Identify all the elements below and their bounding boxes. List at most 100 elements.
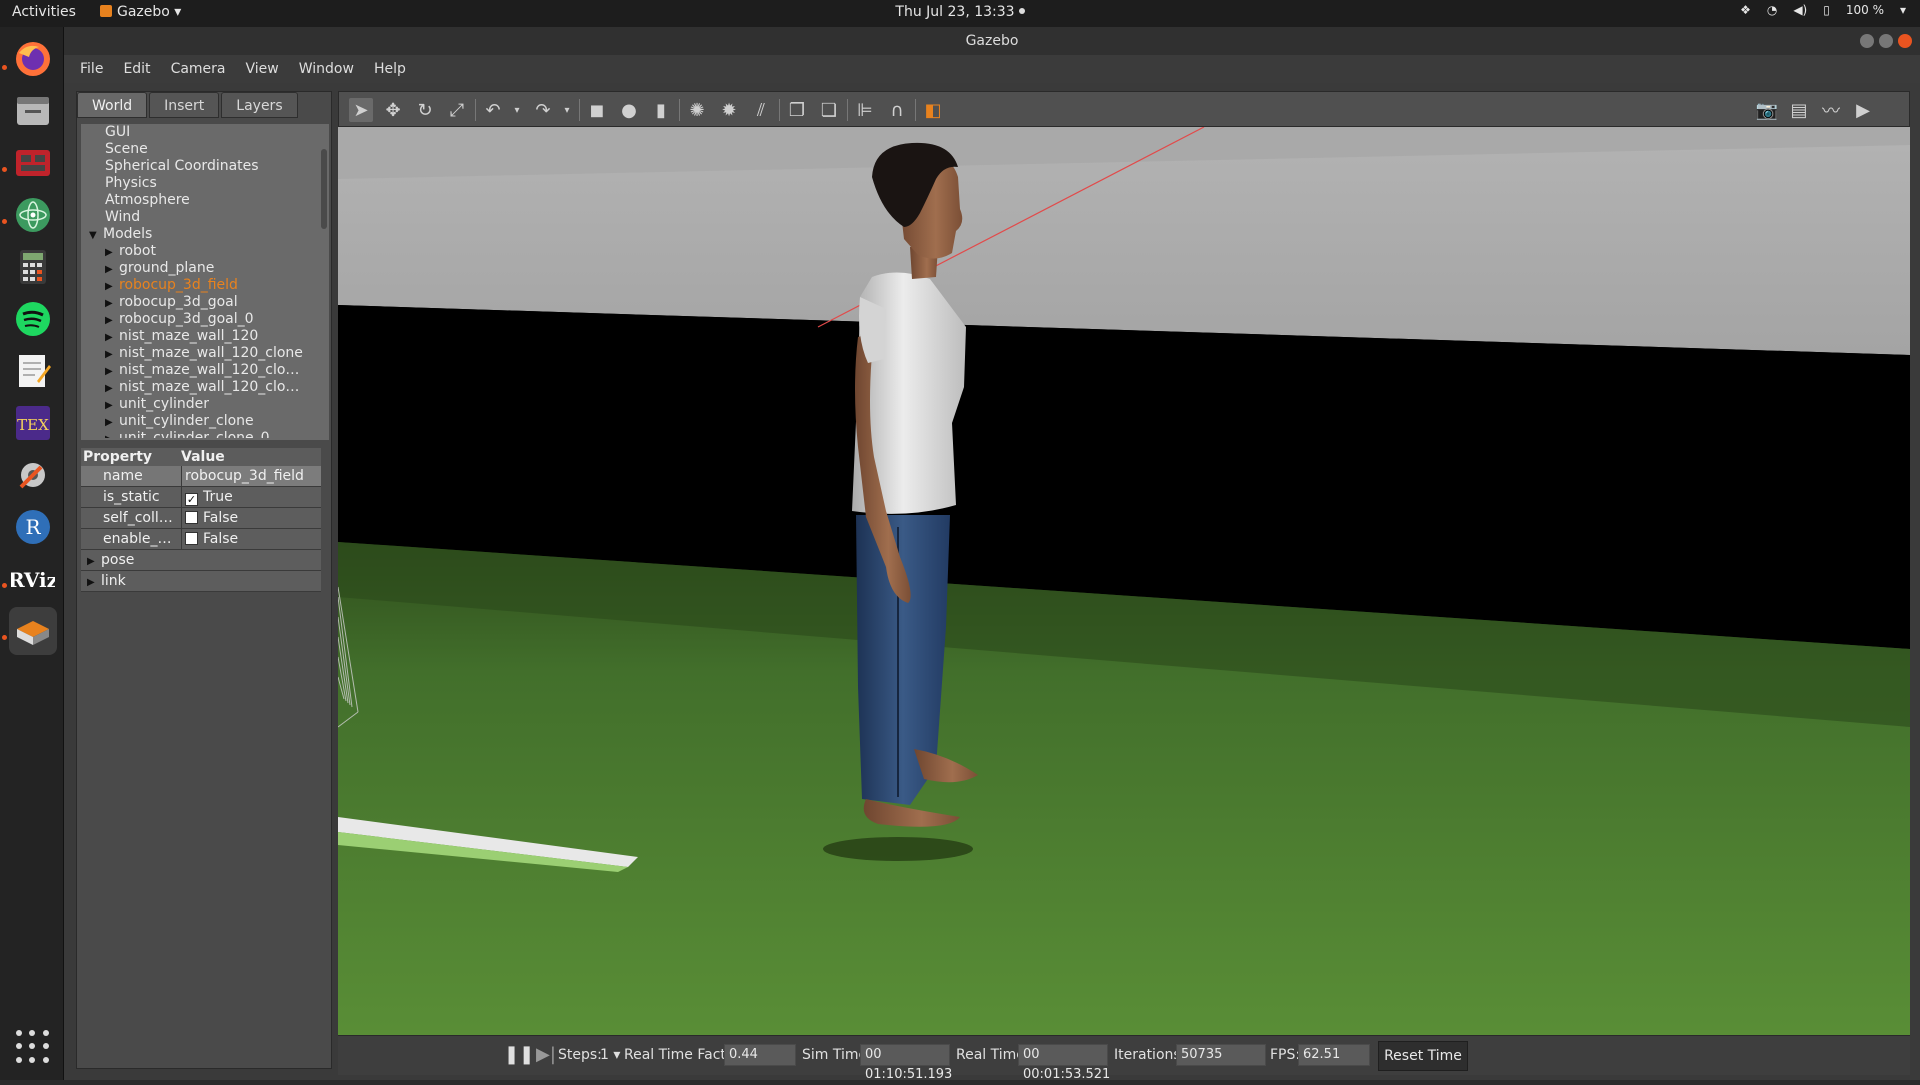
align-icon[interactable]: ⊫ [853, 98, 877, 122]
texmaker-icon[interactable]: TEX [9, 399, 57, 447]
expand-right-icon[interactable]: ▶ [105, 397, 119, 413]
expand-right-icon[interactable]: ▶ [105, 380, 119, 396]
checkbox-unchecked[interactable] [185, 532, 198, 545]
tree-item-model[interactable]: ▶ ground_plane [81, 260, 329, 277]
rotate-mode-icon[interactable]: ↻ [413, 98, 437, 122]
menu-help[interactable]: Help [374, 61, 406, 77]
rviz-icon[interactable]: RViz [9, 555, 57, 603]
reset-time-button[interactable]: Reset Time [1378, 1041, 1468, 1071]
expand-right-icon[interactable]: ▶ [105, 312, 119, 328]
sphere-shape-icon[interactable]: ● [617, 98, 641, 122]
expand-right-icon[interactable]: ▶ [105, 261, 119, 277]
calculator-icon[interactable] [9, 243, 57, 291]
tray-chevron-icon[interactable]: ▾ [1900, 3, 1906, 17]
point-light-icon[interactable]: ✺ [685, 98, 709, 122]
expand-right-icon[interactable]: ▶ [105, 346, 119, 362]
tree-scrollbar[interactable] [321, 149, 327, 229]
model-label: unit_cylinder [119, 396, 210, 412]
property-group-pose[interactable]: ▶ pose [81, 550, 321, 571]
atom-icon[interactable] [9, 191, 57, 239]
checkbox-unchecked[interactable] [185, 511, 198, 524]
close-button[interactable] [1898, 34, 1912, 48]
screenshot-icon[interactable]: 📷 [1755, 98, 1779, 122]
select-mode-icon[interactable]: ➤ [349, 98, 373, 122]
tree-item-model[interactable]: ▶ nist_maze_wall_120_clone [81, 345, 329, 362]
text-editor-icon[interactable] [9, 347, 57, 395]
snap-icon[interactable]: ∩ [885, 98, 909, 122]
directional-light-icon[interactable]: ⫽ [749, 98, 773, 122]
pause-icon[interactable]: ❚❚ [504, 1044, 534, 1065]
tree-item-gui[interactable]: GUI [81, 124, 329, 141]
tree-item-model[interactable]: ▶ unit_cylinder [81, 396, 329, 413]
tree-item-model[interactable]: ▶ robot [81, 243, 329, 260]
menu-edit[interactable]: Edit [123, 61, 150, 77]
window-titlebar[interactable]: Gazebo [64, 27, 1920, 55]
tree-item-model[interactable]: ▶ nist_maze_wall_120_clo… [81, 379, 329, 396]
spotify-icon[interactable] [9, 295, 57, 343]
video-record-icon[interactable]: ▶ [1851, 98, 1875, 122]
paste-icon[interactable]: ❏ [817, 98, 841, 122]
spot-light-icon[interactable]: ✹ [717, 98, 741, 122]
menu-view[interactable]: View [246, 61, 279, 77]
tree-item-model[interactable]: ▶ robocup_3d_goal_0 [81, 311, 329, 328]
property-group-link[interactable]: ▶ link [81, 571, 321, 592]
expand-right-icon[interactable]: ▶ [87, 552, 101, 572]
firefox-icon[interactable] [9, 35, 57, 83]
scale-mode-icon[interactable]: ⤢ [445, 98, 469, 122]
tree-item-model[interactable]: ▶ unit_cylinder_clone [81, 413, 329, 430]
system-tray[interactable]: ❖ ◔ ◀) ▯ 100 % ▾ [1740, 3, 1906, 17]
tree-item-model[interactable]: ▶ robocup_3d_goal [81, 294, 329, 311]
undo-icon[interactable]: ↶ [481, 98, 505, 122]
expand-right-icon[interactable]: ▶ [87, 573, 101, 593]
expand-right-icon[interactable]: ▶ [105, 244, 119, 260]
steps-value[interactable]: 1 ▾ [600, 1047, 620, 1063]
tab-insert[interactable]: Insert [149, 92, 220, 118]
tree-item-wind[interactable]: Wind [81, 209, 329, 226]
menu-file[interactable]: File [80, 61, 103, 77]
minimize-button[interactable] [1860, 34, 1874, 48]
tree-item-physics[interactable]: Physics [81, 175, 329, 192]
step-icon[interactable]: ▶| [536, 1044, 556, 1065]
tree-item-scene[interactable]: Scene [81, 141, 329, 158]
settings-icon[interactable] [9, 451, 57, 499]
r-icon[interactable]: R [9, 503, 57, 551]
show-applications-button[interactable] [16, 1030, 50, 1064]
view-angle-icon[interactable]: ◧ [921, 98, 945, 122]
menu-camera[interactable]: Camera [171, 61, 226, 77]
copy-icon[interactable]: ❐ [785, 98, 809, 122]
tab-layers[interactable]: Layers [221, 92, 298, 118]
log-icon[interactable]: ▤ [1787, 98, 1811, 122]
undo-history-icon[interactable]: ▾ [505, 98, 529, 122]
tree-item-model-selected[interactable]: ▶ robocup_3d_field [81, 277, 329, 294]
translate-mode-icon[interactable]: ✥ [381, 98, 405, 122]
scene-viewport[interactable] [338, 127, 1910, 1062]
expand-right-icon[interactable]: ▶ [105, 363, 119, 379]
tree-item-spherical-coordinates[interactable]: Spherical Coordinates [81, 158, 329, 175]
expand-right-icon[interactable]: ▶ [105, 414, 119, 430]
expand-right-icon[interactable]: ▶ [105, 329, 119, 345]
video-icon[interactable] [9, 139, 57, 187]
redo-history-icon[interactable]: ▾ [555, 98, 579, 122]
svg-text:TEX: TEX [17, 416, 49, 434]
gazebo-icon[interactable] [9, 607, 57, 655]
plot-icon[interactable]: 〰 [1819, 98, 1843, 122]
expand-right-icon[interactable]: ▶ [105, 431, 119, 438]
box-shape-icon[interactable]: ◼ [585, 98, 609, 122]
cylinder-shape-icon[interactable]: ▮ [649, 98, 673, 122]
checkbox-checked[interactable]: ✓ [185, 493, 198, 506]
clock[interactable]: Thu Jul 23, 13:33 [0, 4, 1920, 20]
menu-window[interactable]: Window [299, 61, 354, 77]
files-icon[interactable] [9, 87, 57, 135]
redo-icon[interactable]: ↷ [531, 98, 555, 122]
tab-world[interactable]: World [77, 92, 148, 118]
tree-item-model[interactable]: ▶unit_cylinder_clone_0 [81, 430, 329, 438]
maximize-button[interactable] [1879, 34, 1893, 48]
tree-item-model[interactable]: ▶ nist_maze_wall_120_clo… [81, 362, 329, 379]
dropbox-icon[interactable]: ❖ [1740, 3, 1751, 17]
tree-item-atmosphere[interactable]: Atmosphere [81, 192, 329, 209]
expand-right-icon[interactable]: ▶ [105, 295, 119, 311]
expand-down-icon[interactable]: ▼ [89, 227, 103, 243]
tree-item-model[interactable]: ▶ nist_maze_wall_120 [81, 328, 329, 345]
tree-item-models[interactable]: ▼ Models [81, 226, 329, 243]
expand-right-icon[interactable]: ▶ [105, 278, 119, 294]
